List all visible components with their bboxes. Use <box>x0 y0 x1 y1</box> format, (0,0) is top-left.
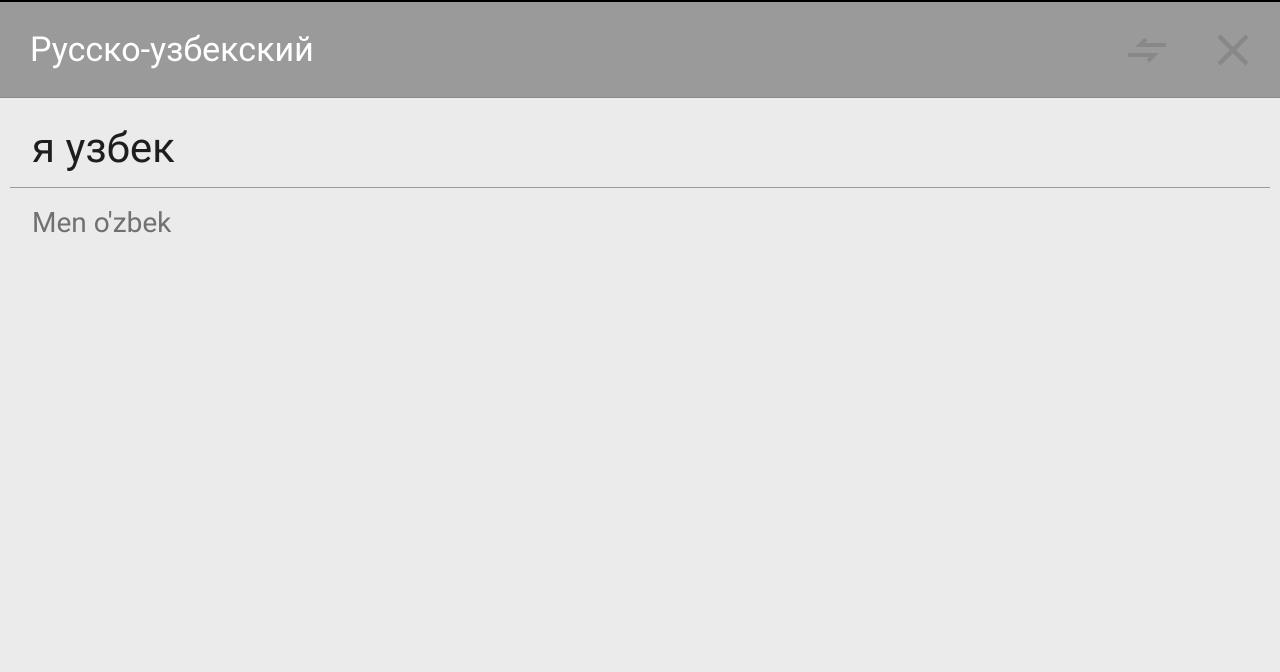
close-icon <box>1216 33 1250 67</box>
swap-icon <box>1126 33 1168 67</box>
close-button[interactable] <box>1216 33 1250 67</box>
header-title: Русско-узбекский <box>30 30 314 70</box>
source-input[interactable]: я узбек <box>10 98 1270 188</box>
header-actions <box>1126 33 1250 67</box>
swap-languages-button[interactable] <box>1126 33 1168 67</box>
translation-output: Men o'zbek <box>10 188 1270 257</box>
header-bar: Русско-узбекский <box>0 2 1280 98</box>
content-area: я узбек Men o'zbek <box>0 98 1280 257</box>
